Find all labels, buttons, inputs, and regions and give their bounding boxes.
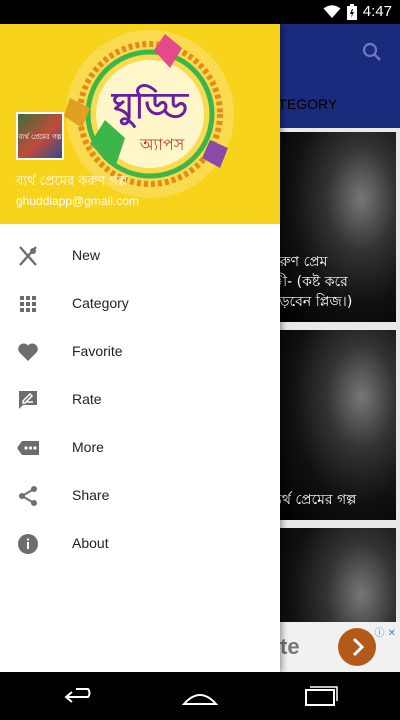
menu-item-rate[interactable]: Rate bbox=[0, 376, 280, 424]
grid-icon bbox=[20, 296, 36, 312]
menu-item-label: Rate bbox=[72, 391, 102, 407]
fork-knife-icon bbox=[19, 246, 37, 266]
tab-category[interactable]: ATEGORY bbox=[270, 96, 337, 112]
menu-item-label: New bbox=[72, 247, 101, 263]
system-nav-bar bbox=[0, 672, 400, 720]
avatar: ব্যর্থ প্রেমের গল্প bbox=[16, 112, 64, 160]
menu-item-category[interactable]: Category bbox=[0, 280, 280, 328]
logo-subtitle: অ্যাপস bbox=[139, 135, 185, 154]
heart-icon bbox=[18, 343, 38, 361]
share-icon bbox=[19, 486, 37, 506]
menu-item-label: Favorite bbox=[72, 343, 123, 359]
navigation-drawer: ঘুড্ডি অ্যাপস ব্যর্থ প্রেমের গল্প ব্যর্থ… bbox=[0, 24, 280, 672]
menu-item-label: More bbox=[72, 439, 104, 455]
status-icons: 4:47 bbox=[323, 3, 392, 20]
logo-title: ঘুড্ডি bbox=[110, 84, 190, 129]
menu-item-about[interactable]: About bbox=[0, 520, 280, 568]
ad-banner[interactable]: te ⓘ ✕ bbox=[280, 622, 400, 672]
drawer-header: ঘুড্ডি অ্যাপস ব্যর্থ প্রেমের গল্প ব্যর্থ… bbox=[0, 24, 280, 224]
drawer-menu: New Category Favorite Rate More Share Ab… bbox=[0, 232, 280, 568]
menu-item-more[interactable]: More bbox=[0, 424, 280, 472]
menu-item-new[interactable]: New bbox=[0, 232, 280, 280]
rate-icon bbox=[19, 391, 37, 409]
recents-icon[interactable] bbox=[302, 684, 338, 708]
ad-action-button[interactable] bbox=[338, 628, 376, 666]
more-chat-icon bbox=[17, 441, 39, 455]
menu-item-share[interactable]: Share bbox=[0, 472, 280, 520]
status-bar: 4:47 bbox=[0, 0, 400, 24]
card-caption: ব্যর্থ প্রেমের গল্প bbox=[280, 492, 357, 508]
story-card[interactable]: ব্যর্থ প্রেমের গল্প bbox=[280, 330, 396, 520]
story-card[interactable]: করুণ প্রেম ী- (কষ্ট করে পড়বেন প্লিজ।) bbox=[280, 132, 396, 322]
drawer-user-name: ব্যর্থ প্রেমের করুণ গল্প bbox=[16, 174, 128, 189]
chevron-right-icon bbox=[352, 637, 365, 657]
menu-item-label: Category bbox=[72, 295, 129, 311]
ad-text: te bbox=[280, 634, 300, 659]
wifi-icon bbox=[323, 4, 341, 18]
search-icon[interactable] bbox=[362, 42, 382, 62]
ad-close-icon[interactable]: ⓘ ✕ bbox=[374, 624, 396, 639]
avatar-text: ব্যর্থ প্রেমের গল্প bbox=[18, 133, 62, 141]
info-icon bbox=[18, 534, 38, 554]
back-icon[interactable] bbox=[62, 684, 98, 708]
menu-item-label: Share bbox=[72, 487, 110, 503]
menu-item-favorite[interactable]: Favorite bbox=[0, 328, 280, 376]
battery-icon bbox=[346, 3, 357, 20]
status-time: 4:47 bbox=[362, 3, 392, 20]
menu-item-label: About bbox=[72, 535, 109, 551]
home-icon[interactable] bbox=[182, 684, 218, 708]
avatar-text-svg: ব্যর্থ প্রেমের গল্প bbox=[17, 133, 62, 141]
card-caption: করুণ প্রেম ী- (কষ্ট করে পড়বেন প্লিজ।) bbox=[280, 254, 353, 310]
drawer-email: ghuddiapp@gmail.com bbox=[16, 194, 139, 208]
